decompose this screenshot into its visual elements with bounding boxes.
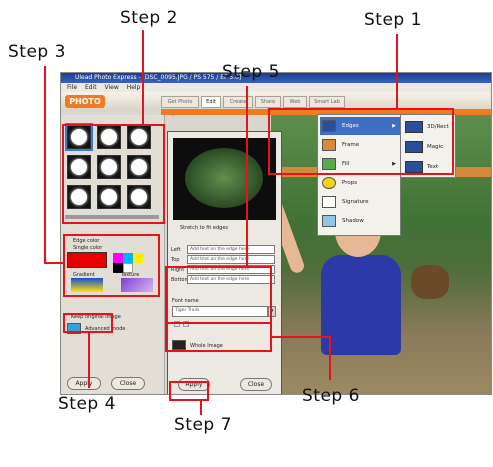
step7-highlight [169,381,209,401]
menu-file[interactable]: File [67,84,77,91]
step3-highlight [63,234,160,297]
tab-share[interactable]: Share [255,96,281,108]
step1-label: Step 1 [364,10,422,30]
left-edge-text-input[interactable]: Add text on the edge here [187,245,275,254]
props-icon [322,177,336,189]
step1-leader-line [396,34,398,108]
step4-highlight [63,313,113,333]
main-toolbar: PHOTO Get Photo Edit Create Share Web Sm… [61,92,491,109]
step6-leader-line [272,336,330,338]
app-logo: PHOTO [65,95,105,108]
apply-button[interactable]: Apply [67,377,101,390]
step5-highlight [165,266,272,324]
menu-view[interactable]: View [105,84,119,91]
step6-highlight [165,322,272,352]
close-button[interactable]: Close [111,377,145,390]
photo-baseball-glove [411,265,449,299]
top-edge-text-input[interactable]: Add text on the edge here [187,255,275,264]
step3-leader-line [44,262,63,264]
step3-label: Step 3 [8,42,66,62]
menu-help[interactable]: Help [127,84,141,91]
stretch-checkbox-label[interactable]: Stretch to fit edges [180,225,228,231]
top-field-label: Top [171,257,180,263]
tab-edit[interactable]: Edit [201,96,221,108]
preview-image [185,148,263,208]
dialog-close-button[interactable]: Close [240,378,272,391]
shadow-icon [322,215,336,227]
edge-text-dialog: Stretch to fit edges Left Add text on th… [167,131,282,394]
menu-item-props[interactable]: Props [320,174,400,192]
step2-leader-line [142,30,144,124]
dialog-preview [173,138,276,220]
menu-item-shadow[interactable]: Shadow [320,212,400,230]
tab-smart-lab[interactable]: Smart Lab [309,96,345,108]
step2-label: Step 2 [120,8,178,28]
step7-leader-line [200,401,202,415]
menu-bar: File Edit View Help [61,83,491,92]
step2-highlight [62,124,165,224]
menu-item-signature[interactable]: Signature [320,193,400,211]
step4-label: Step 4 [58,394,116,414]
signature-icon [322,196,336,208]
step5-label: Step 5 [222,62,280,82]
step1-highlight [268,108,454,175]
step5-leader-line [246,86,248,266]
step3-leader-line [44,66,46,263]
step7-label: Step 7 [174,415,232,435]
step6-label: Step 6 [302,386,360,406]
left-field-label: Left [171,247,181,253]
menu-edit[interactable]: Edit [85,84,97,91]
tab-web[interactable]: Web [283,96,307,108]
step4-leader-line [88,333,90,388]
tab-get-photo[interactable]: Get Photo [161,96,199,108]
step6-leader-line [329,336,331,380]
tab-create[interactable]: Create [223,96,253,108]
photo-child-body [321,255,401,355]
